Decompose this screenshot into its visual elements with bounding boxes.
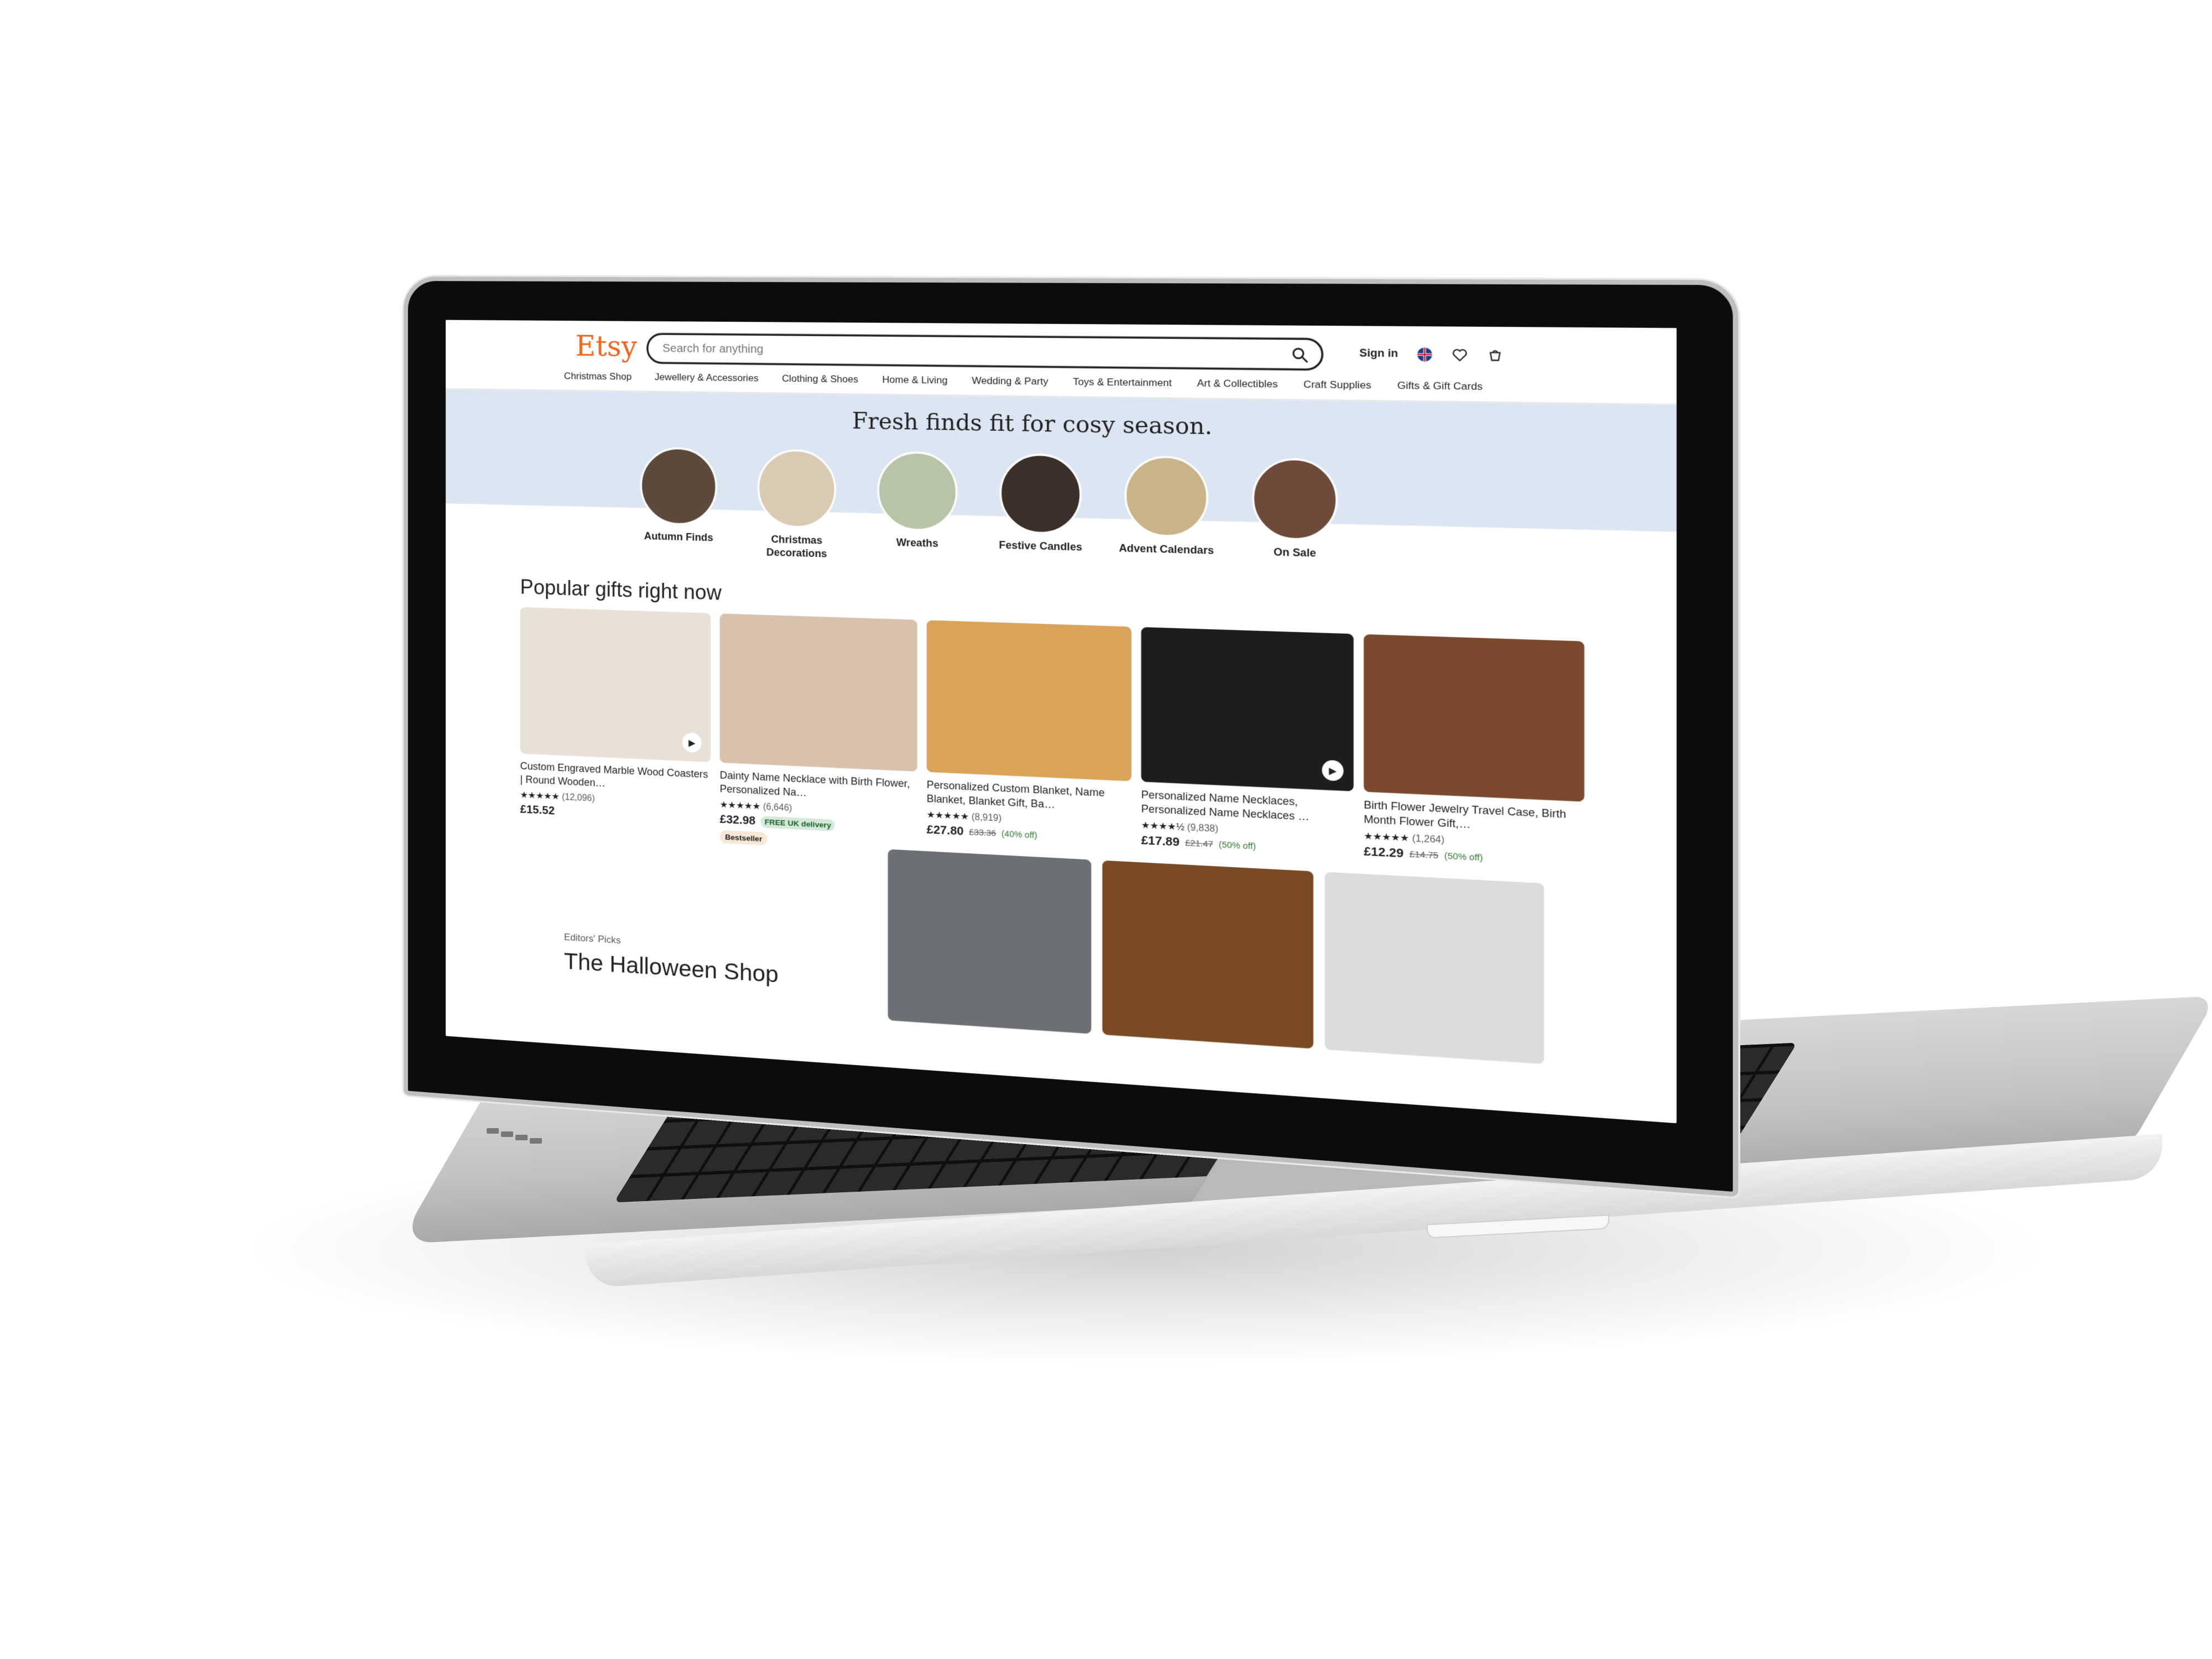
bestseller-badge: Bestseller [719, 830, 768, 846]
category-circles: Autumn Finds Christmas Decorations Wreaths… [634, 446, 1345, 576]
product-image[interactable] [926, 620, 1131, 781]
category-label: Autumn Finds [644, 531, 713, 544]
category-label: On Sale [1273, 547, 1316, 560]
product-price: £17.89 [1141, 833, 1180, 849]
category-card[interactable]: On Sale [1245, 457, 1345, 575]
product-price: £27.80 [926, 822, 964, 838]
search-input[interactable] [662, 341, 1270, 361]
product-image[interactable] [719, 613, 917, 772]
etsy-logo[interactable]: Etsy [575, 330, 637, 363]
category-card[interactable]: Autumn Finds [634, 446, 724, 559]
product-card[interactable]: ▶ Personalized Name Necklaces, Personaliz… [1141, 627, 1354, 876]
cart-icon[interactable] [1487, 347, 1503, 363]
nav-item[interactable]: Clothing & Shoes [782, 373, 858, 385]
halloween-image[interactable] [1102, 860, 1314, 1049]
halloween-shop-title[interactable]: The Halloween Shop [564, 947, 779, 988]
discount-label: (50% off) [1444, 851, 1483, 863]
nav-item[interactable]: Craft Supplies [1303, 379, 1371, 391]
etsy-page: Etsy Sign in [445, 320, 1677, 1123]
category-image[interactable] [640, 446, 717, 526]
discount-label: (50% off) [1218, 839, 1256, 852]
star-rating: ★★★★½ [1141, 819, 1185, 832]
header-actions: Sign in [1359, 347, 1504, 363]
side-ports [487, 1128, 553, 1161]
category-image[interactable] [1252, 457, 1338, 541]
original-price: £21.47 [1185, 837, 1213, 849]
halloween-images [888, 849, 1545, 1065]
category-label: Festive Candles [999, 540, 1083, 554]
nav-item[interactable]: Art & Collectibles [1197, 378, 1278, 390]
halloween-image[interactable] [1324, 872, 1545, 1065]
category-card[interactable]: Festive Candles [993, 453, 1088, 568]
product-image[interactable]: ▶ [1141, 627, 1354, 791]
uk-flag-icon[interactable] [1417, 347, 1433, 362]
star-rating: ★★★★★ [520, 789, 560, 802]
port [515, 1135, 528, 1140]
halloween-image[interactable] [888, 849, 1092, 1034]
product-image[interactable]: ▶ [520, 607, 711, 763]
nav-item[interactable]: Christmas Shop [564, 371, 632, 382]
product-card[interactable]: ▶ Custom Engraved Marble Wood Coasters | … [520, 607, 711, 843]
product-price: £12.29 [1364, 844, 1404, 860]
nav-item[interactable]: Jewellery & Accessories [655, 372, 759, 384]
search-icon[interactable] [1291, 347, 1308, 363]
category-image[interactable] [999, 453, 1082, 535]
category-card[interactable]: Christmas Decorations [751, 448, 843, 561]
nav-item[interactable]: Home & Living [882, 374, 947, 386]
free-delivery-badge: FREE UK delivery [760, 815, 836, 831]
review-count: (1,264) [1412, 832, 1444, 846]
star-rating: ★★★★★ [1364, 830, 1410, 843]
port [530, 1138, 542, 1144]
product-image[interactable] [1364, 634, 1584, 802]
nav-item[interactable]: Toys & Entertainment [1073, 376, 1172, 389]
product-price: £15.52 [520, 802, 555, 817]
discount-label: (40% off) [1001, 828, 1037, 841]
star-rating: ★★★★★ [719, 799, 761, 812]
original-price: £14.75 [1409, 848, 1439, 861]
product-card[interactable]: Dainty Name Necklace with Birth Flower, … [719, 613, 917, 853]
review-count: (6,646) [763, 801, 792, 813]
sign-in-link[interactable]: Sign in [1359, 348, 1398, 361]
category-card[interactable]: Advent Calendars [1118, 455, 1215, 572]
port [487, 1128, 499, 1134]
product-card[interactable]: Personalized Custom Blanket, Name Blanke… [926, 620, 1131, 864]
category-nav: Christmas Shop Jewellery & Accessories C… [564, 371, 1483, 393]
popular-gifts-title: Popular gifts right now [520, 575, 722, 605]
category-image[interactable] [1124, 455, 1209, 538]
search-bar[interactable] [646, 332, 1324, 371]
review-count: (12,096) [562, 791, 595, 804]
star-rating: ★★★★★ [926, 808, 969, 822]
category-image[interactable] [757, 448, 836, 529]
laptop-screen: Etsy Sign in [445, 320, 1677, 1124]
review-count: (8,919) [971, 811, 1002, 823]
play-icon[interactable]: ▶ [682, 732, 702, 753]
nav-item[interactable]: Wedding & Party [972, 375, 1048, 387]
review-count: (9,838) [1187, 821, 1219, 834]
nav-item[interactable]: Gifts & Gift Cards [1397, 380, 1483, 393]
category-label: Christmas Decorations [766, 534, 827, 560]
port [501, 1131, 513, 1137]
category-card[interactable]: Wreaths [870, 451, 964, 565]
heart-icon[interactable] [1452, 347, 1468, 363]
editors-picks-label: Editors' Picks [564, 931, 621, 946]
original-price: £33.36 [969, 827, 997, 838]
laptop-lid: Etsy Sign in [404, 276, 1739, 1197]
product-row: ▶ Custom Engraved Marble Wood Coasters | … [520, 607, 1584, 888]
category-image[interactable] [877, 451, 958, 532]
product-card[interactable]: Birth Flower Jewelry Travel Case, Birth … [1364, 634, 1584, 888]
category-label: Advent Calendars [1119, 543, 1214, 557]
category-label: Wreaths [896, 538, 938, 550]
play-icon[interactable]: ▶ [1322, 760, 1344, 781]
product-price: £32.98 [719, 812, 756, 828]
laptop-mockup: Etsy Sign in [0, 0, 2212, 1659]
